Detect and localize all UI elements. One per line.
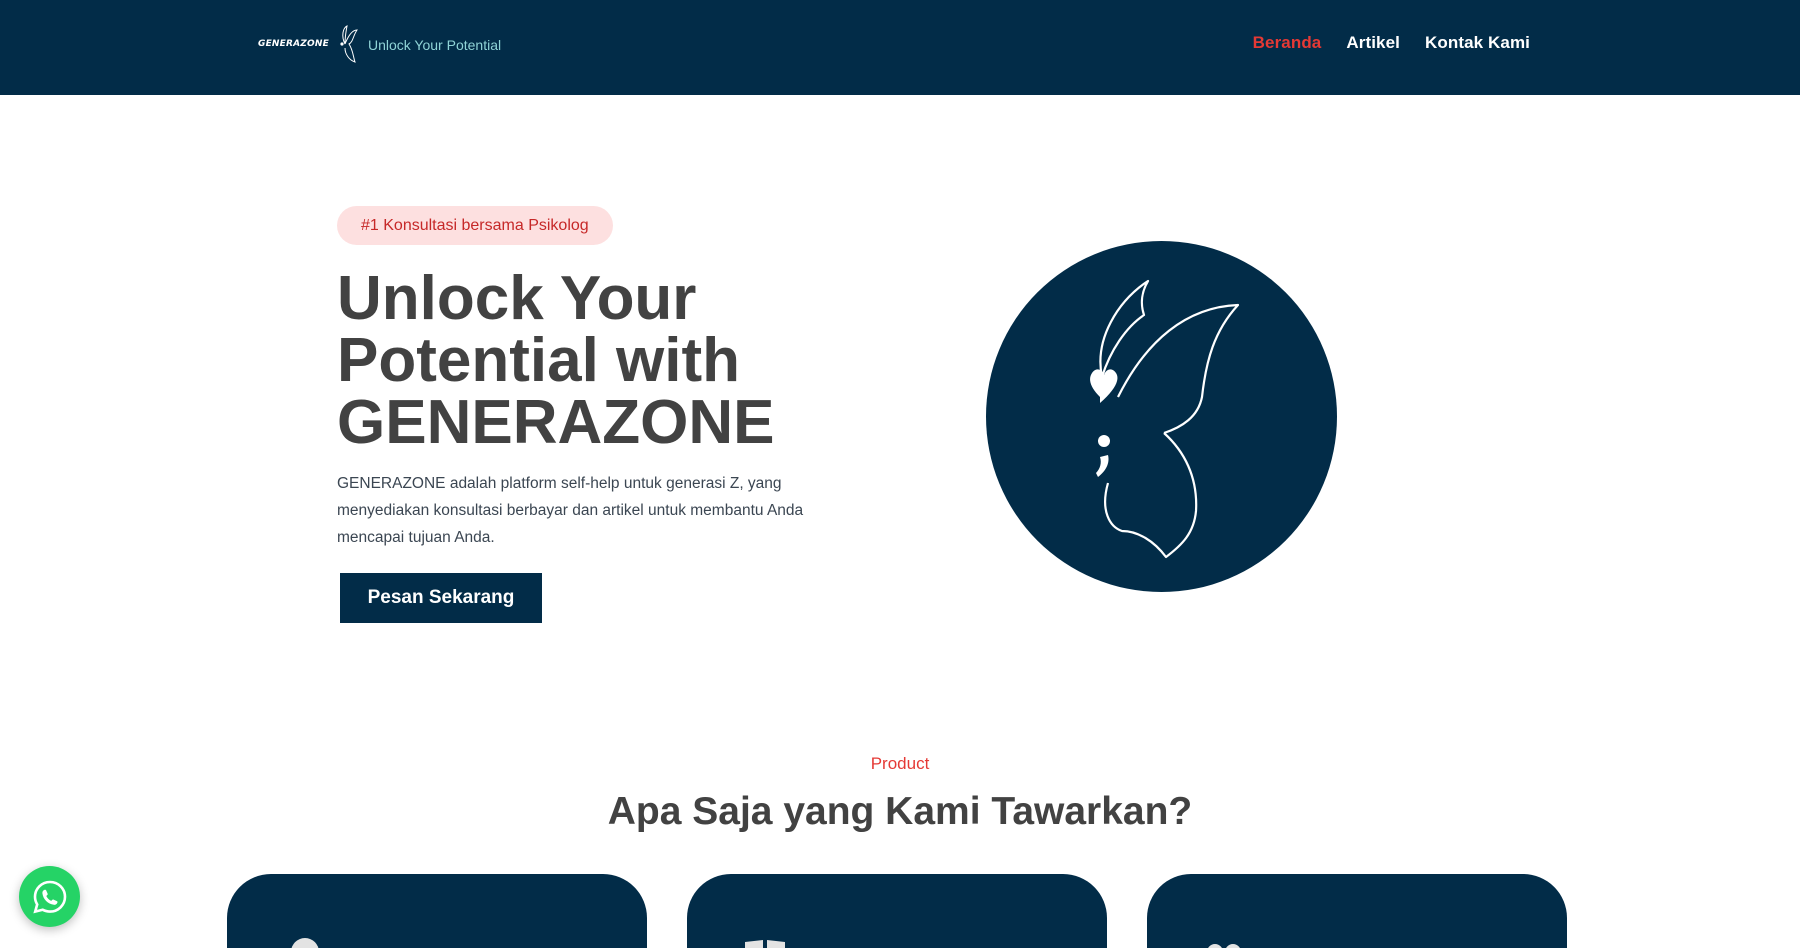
butterfly-logo-icon [340,25,358,63]
nav-link-beranda[interactable]: Beranda [1253,33,1322,53]
whatsapp-chat-button[interactable] [19,866,80,927]
book-open-icon [745,940,785,948]
hero-badge: #1 Konsultasi bersama Psikolog [337,206,613,245]
brand-tagline: Unlock Your Potential [368,37,502,53]
users-icon [1208,944,1240,948]
hero-description: GENERAZONE adalah platform self-help unt… [337,475,804,546]
hero-title: Unlock Your Potential with GENERAZONE [337,264,775,457]
brand-name: GENERAZONE [258,39,329,49]
navbar: GENERAZONE Unlock Your Potential Beranda… [0,0,1800,95]
product-card-consultation[interactable] [227,874,647,948]
order-now-button[interactable]: Pesan Sekarang [340,573,542,623]
nav-link-artikel[interactable]: Artikel [1346,33,1400,53]
user-icon [291,938,319,948]
product-card-articles[interactable] [687,874,1107,948]
butterfly-heart-semicolon-icon [986,241,1337,592]
nav-link-kontak-kami[interactable]: Kontak Kami [1425,33,1530,53]
section-eyebrow: Product [870,754,930,773]
main-nav: Beranda Artikel Kontak Kami [1253,33,1530,53]
section-title: Apa Saja yang Kami Tawarkan? [607,790,1193,833]
product-card-community[interactable] [1147,874,1567,948]
whatsapp-icon [32,880,66,913]
brand-logo[interactable]: GENERAZONE [258,22,359,66]
